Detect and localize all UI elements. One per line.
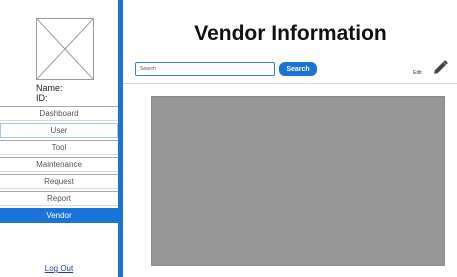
edit-label: Edit — [413, 70, 422, 76]
sidebar-divider — [118, 0, 123, 277]
page-title: Vendor Information — [194, 22, 387, 45]
logout-link[interactable]: Log Out — [0, 264, 118, 273]
sidebar-item-report[interactable]: Report — [0, 191, 118, 206]
sidebar-item-dashboard[interactable]: Dashboard — [0, 106, 118, 121]
vendor-content-area — [151, 96, 445, 266]
profile-id-label: ID: — [36, 93, 48, 103]
search-input[interactable] — [135, 62, 275, 76]
sidebar-item-tool[interactable]: Tool — [0, 140, 118, 155]
sidebar-item-vendor[interactable]: Vendor — [0, 208, 118, 223]
sidebar-item-maintenance[interactable]: Maintenance — [0, 157, 118, 172]
sidebar-nav: Dashboard User Tool Maintenance Request … — [0, 106, 118, 225]
header-divider — [123, 83, 457, 84]
search-button[interactable]: Search — [279, 62, 317, 76]
avatar-placeholder-icon — [36, 18, 94, 80]
pencil-icon[interactable] — [431, 57, 451, 77]
sidebar-item-user[interactable]: User — [0, 123, 118, 138]
profile-name-label: Name: — [36, 83, 63, 93]
sidebar: Name: ID: Dashboard User Tool Maintenanc… — [0, 0, 118, 277]
sidebar-item-request[interactable]: Request — [0, 174, 118, 189]
